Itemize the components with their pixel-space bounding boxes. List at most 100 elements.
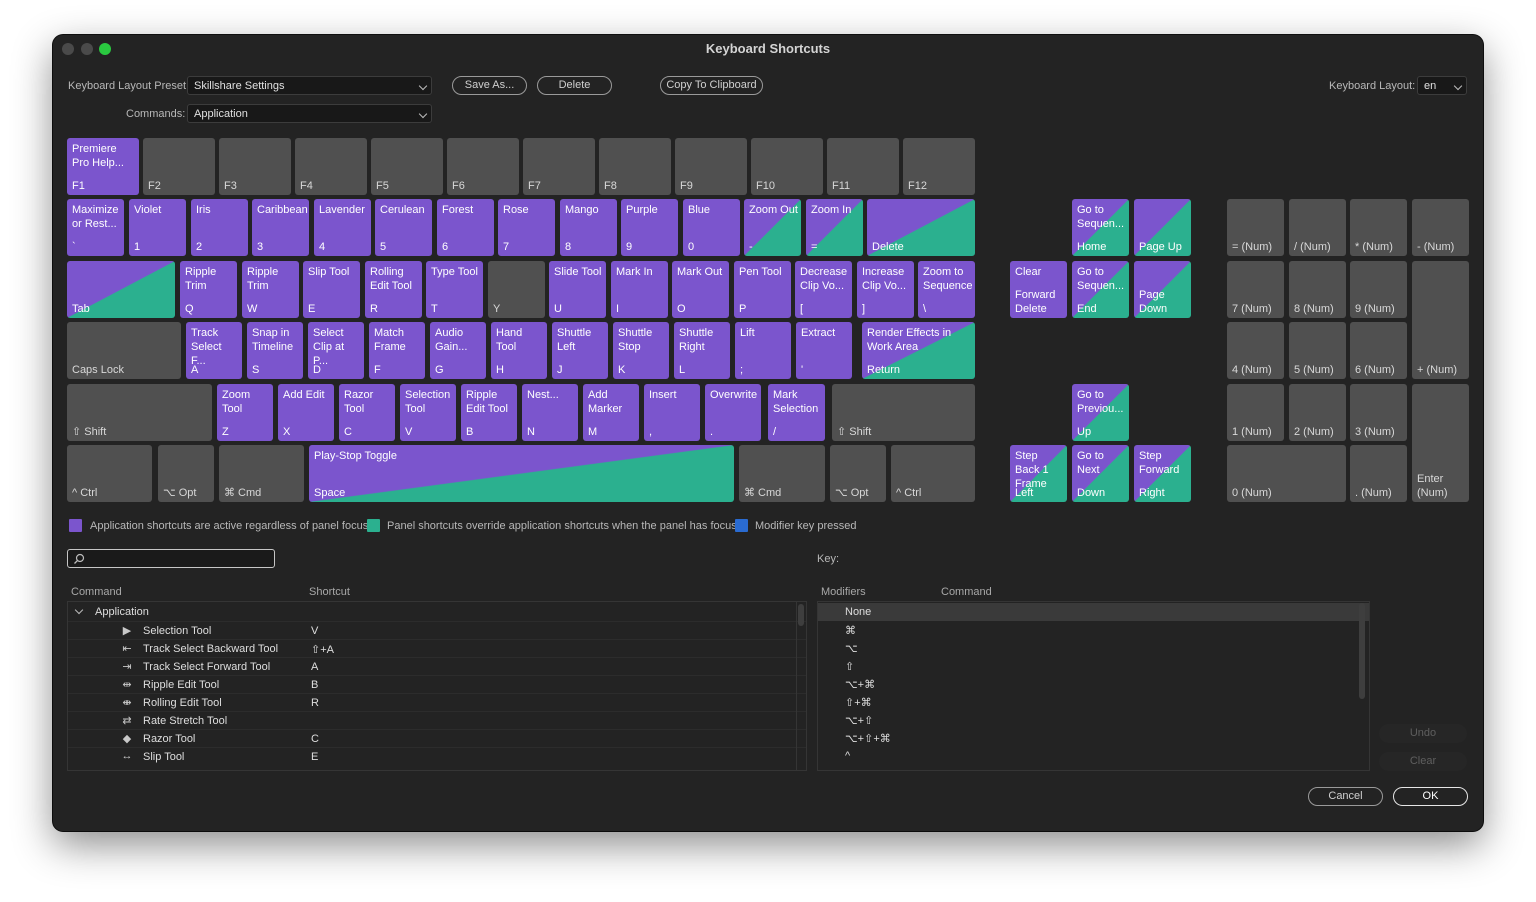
key-k3[interactable]: Caribbean 3	[252, 199, 309, 256]
ok-button[interactable]: OK	[1393, 787, 1468, 806]
key-rcmd[interactable]: ⌘ Cmd	[739, 445, 825, 502]
key-a[interactable]: Track Select F... A	[186, 322, 242, 379]
key-k6[interactable]: Forest 6	[437, 199, 494, 256]
key-l[interactable]: Shuttle Right L	[674, 322, 730, 379]
command-list-scrollbar[interactable]	[798, 604, 804, 626]
key-f12[interactable]: F12	[903, 138, 975, 195]
key-o[interactable]: Mark Out O	[672, 261, 729, 318]
modifier-row[interactable]: ⌘	[818, 621, 1369, 639]
key-num6[interactable]: 6 (Num)	[1350, 322, 1407, 379]
key-delete[interactable]: Delete	[867, 199, 975, 256]
key-m[interactable]: Add Marker M	[583, 384, 639, 441]
key-f1[interactable]: Premiere Pro Help... F1	[67, 138, 139, 195]
key-num7[interactable]: 7 (Num)	[1227, 261, 1284, 318]
key-k2[interactable]: Iris 2	[191, 199, 248, 256]
commands-dropdown[interactable]: Application	[187, 104, 432, 123]
key-fwddelete[interactable]: Clear Forward Delete	[1010, 261, 1067, 318]
key-f[interactable]: Match Frame F	[369, 322, 425, 379]
key-k9[interactable]: Purple 9	[621, 199, 678, 256]
key-command-column-header[interactable]: Command	[941, 586, 992, 598]
key-comma[interactable]: Insert,	[644, 384, 700, 441]
key-k5[interactable]: Cerulean 5	[375, 199, 432, 256]
key-equals[interactable]: Zoom In =	[806, 199, 863, 256]
key-f3[interactable]: F3	[219, 138, 291, 195]
key-e[interactable]: Slip Tool E	[303, 261, 360, 318]
key-ropt[interactable]: ⌥ Opt	[830, 445, 886, 502]
key-f5[interactable]: F5	[371, 138, 443, 195]
key-i[interactable]: Mark In I	[611, 261, 668, 318]
table-row[interactable]: ▶ Selection Tool V	[68, 621, 806, 639]
key-backtick[interactable]: Maximize or Rest... `	[67, 199, 124, 256]
key-numenter[interactable]: Enter (Num)	[1412, 384, 1469, 502]
modifier-row[interactable]: ^	[818, 747, 1369, 765]
key-num1[interactable]: 1 (Num)	[1227, 384, 1284, 441]
key-return[interactable]: Render Effects in Work Area Return	[862, 322, 975, 379]
modifiers-column-header[interactable]: Modifiers	[821, 586, 866, 598]
key-period[interactable]: Overwrite.	[705, 384, 761, 441]
key-rctrl[interactable]: ^ Ctrl	[891, 445, 975, 502]
key-lbracket[interactable]: Decrease Clip Vo... [	[795, 261, 852, 318]
shortcut-value[interactable]: E	[311, 751, 318, 763]
key-home[interactable]: Go to Sequen... Home	[1072, 199, 1129, 256]
key-y[interactable]: Y	[488, 261, 545, 318]
key-capslock[interactable]: Caps Lock	[67, 322, 181, 379]
key-rshift[interactable]: ⇧ Shift	[832, 384, 975, 441]
key-u[interactable]: Slide Tool U	[549, 261, 606, 318]
table-row[interactable]: ⇥ Track Select Forward Tool A	[68, 657, 806, 675]
modifier-row[interactable]: ⇧	[818, 657, 1369, 675]
key-w[interactable]: Ripple Trim W	[242, 261, 299, 318]
key-num3[interactable]: 3 (Num)	[1350, 384, 1407, 441]
key-lctrl[interactable]: ^ Ctrl	[67, 445, 152, 502]
key-nummul[interactable]: * (Num)	[1350, 199, 1407, 256]
group-row-application[interactable]: Application	[68, 603, 806, 621]
key-k4[interactable]: Lavender 4	[314, 199, 371, 256]
key-k7[interactable]: Rose 7	[498, 199, 555, 256]
table-row[interactable]: ↔ Slip Tool E	[68, 747, 806, 765]
key-quote[interactable]: Extract '	[796, 322, 852, 379]
modifier-row[interactable]: ⌥+⌘	[818, 675, 1369, 693]
command-search-input[interactable]	[67, 549, 275, 568]
key-num2[interactable]: 2 (Num)	[1289, 384, 1346, 441]
key-numadd[interactable]: + (Num)	[1412, 261, 1469, 379]
key-up[interactable]: Go to Previou... Up	[1072, 384, 1129, 441]
key-k0[interactable]: Blue 0	[683, 199, 740, 256]
shortcut-value[interactable]: C	[311, 733, 319, 745]
key-slash[interactable]: Mark Selection /	[768, 384, 825, 441]
key-x[interactable]: Add Edit X	[278, 384, 334, 441]
key-minus[interactable]: Zoom Out -	[744, 199, 801, 256]
key-num0[interactable]: 0 (Num)	[1227, 445, 1346, 502]
undo-button[interactable]: Undo	[1379, 724, 1467, 743]
key-tab[interactable]: Tab	[67, 261, 175, 318]
shortcut-value[interactable]: ⇧+A	[311, 643, 334, 656]
shortcut-value[interactable]: A	[311, 661, 318, 673]
key-left[interactable]: Step Back 1 Frame Left	[1010, 445, 1067, 502]
table-row[interactable]: ⇼ Rolling Edit Tool R	[68, 693, 806, 711]
key-numsub[interactable]: - (Num)	[1412, 199, 1469, 256]
key-semicolon[interactable]: Lift;	[735, 322, 791, 379]
modifier-row[interactable]: None	[818, 603, 1369, 621]
table-row[interactable]: ⇤ Track Select Backward Tool ⇧+A	[68, 639, 806, 657]
key-rbracket[interactable]: Increase Clip Vo...]	[857, 261, 914, 318]
key-space[interactable]: Play-Stop Toggle Space	[309, 445, 734, 502]
modifier-list-scrollbar[interactable]	[1359, 603, 1365, 699]
preset-dropdown[interactable]: Skillshare Settings	[187, 76, 432, 95]
key-numdiv[interactable]: / (Num)	[1289, 199, 1346, 256]
key-f9[interactable]: F9	[675, 138, 747, 195]
command-column-header[interactable]: Command	[71, 586, 122, 598]
key-z[interactable]: Zoom Tool Z	[217, 384, 273, 441]
key-v[interactable]: Selection Tool V	[400, 384, 456, 441]
key-end[interactable]: Go to Sequen... End	[1072, 261, 1129, 318]
key-numdot[interactable]: . (Num)	[1350, 445, 1407, 502]
key-f2[interactable]: F2	[143, 138, 215, 195]
key-pagedown[interactable]: Page Down	[1134, 261, 1191, 318]
modifier-row[interactable]: ⌥+⇧	[818, 711, 1369, 729]
key-num4[interactable]: 4 (Num)	[1227, 322, 1284, 379]
key-g[interactable]: Audio Gain... G	[430, 322, 486, 379]
key-right[interactable]: Step Forward Right	[1134, 445, 1191, 502]
table-row[interactable]: ⇄ Rate Stretch Tool	[68, 711, 806, 729]
key-k[interactable]: Shuttle Stop K	[613, 322, 669, 379]
table-row[interactable]: ◆ Razor Tool C	[68, 729, 806, 747]
key-num8[interactable]: 8 (Num)	[1289, 261, 1346, 318]
key-num9[interactable]: 9 (Num)	[1350, 261, 1407, 318]
key-d[interactable]: Select Clip at P... D	[308, 322, 364, 379]
